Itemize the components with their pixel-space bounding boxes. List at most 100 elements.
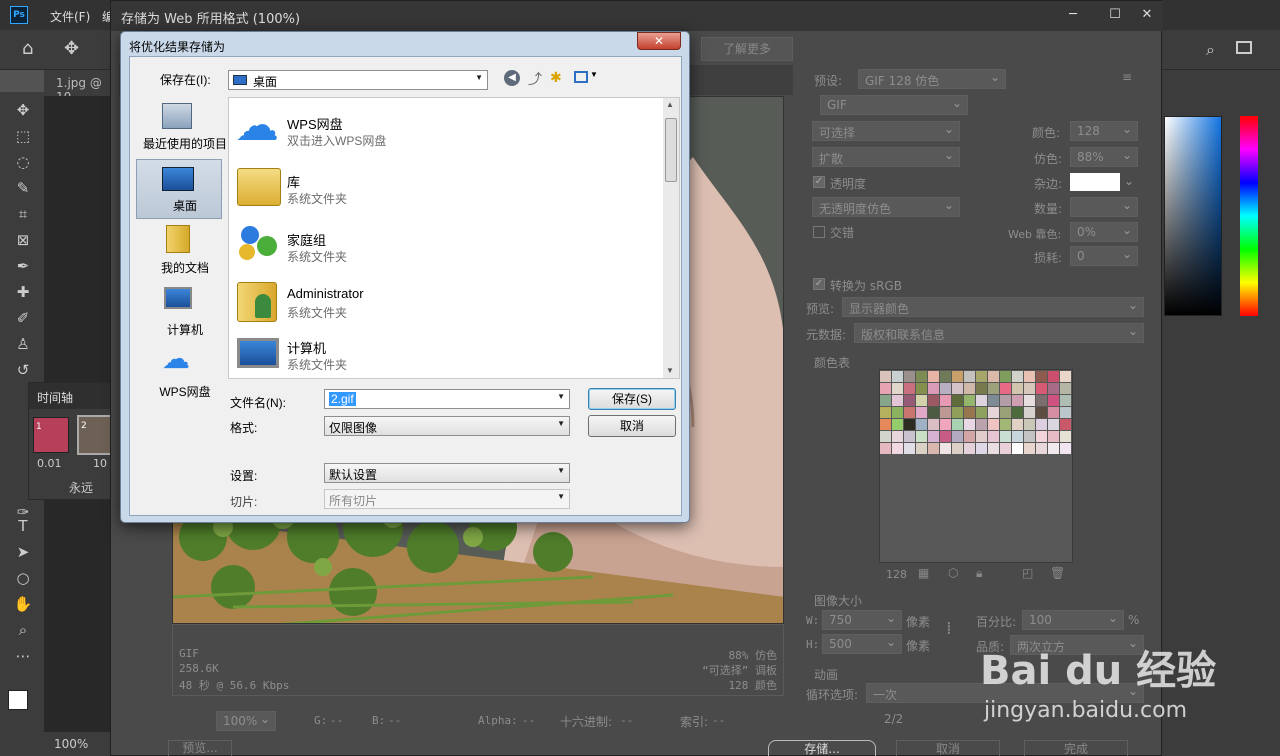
color-swatch[interactable] — [916, 431, 927, 442]
amount-input[interactable] — [1070, 197, 1138, 217]
slices-combo[interactable]: 所有切片 — [324, 489, 570, 509]
color-swatch[interactable] — [928, 431, 939, 442]
maximize-icon[interactable]: ☐ — [1101, 5, 1129, 25]
color-swatch[interactable] — [904, 419, 915, 430]
new-color-icon[interactable]: ◰ — [1022, 566, 1033, 580]
color-swatch[interactable] — [904, 395, 915, 406]
move-tool-icon[interactable]: ✥ — [64, 38, 79, 59]
transparency-checkbox[interactable]: ✓ — [813, 176, 825, 188]
metadata-dropdown[interactable]: 版权和联系信息 — [854, 323, 1144, 343]
color-swatch[interactable] — [1036, 371, 1047, 382]
color-swatch[interactable] — [1048, 443, 1059, 454]
color-swatch[interactable] — [1000, 419, 1011, 430]
format-dropdown[interactable]: GIF — [820, 95, 968, 115]
place-desktop[interactable]: 桌面 — [142, 197, 228, 214]
color-swatch[interactable] — [976, 419, 987, 430]
list-item[interactable]: 计算机 系统文件夹 — [229, 332, 659, 378]
color-swatch[interactable] — [1024, 431, 1035, 442]
color-swatch[interactable] — [988, 431, 999, 442]
store-button[interactable]: 存储... — [768, 740, 876, 756]
color-swatch[interactable] — [1036, 431, 1047, 442]
color-swatch[interactable] — [1024, 419, 1035, 430]
color-swatch[interactable] — [892, 431, 903, 442]
color-swatch[interactable] — [1036, 407, 1047, 418]
color-swatch[interactable] — [904, 431, 915, 442]
color-swatch[interactable] — [1012, 407, 1023, 418]
color-swatch[interactable] — [1012, 431, 1023, 442]
lasso-tool-icon[interactable]: ◌ — [12, 152, 34, 172]
document-tab[interactable]: 1.jpg @ 10 — [44, 70, 118, 104]
foreground-color[interactable] — [8, 690, 28, 710]
color-swatch[interactable] — [940, 383, 951, 394]
color-swatch[interactable] — [916, 419, 927, 430]
color-swatch[interactable] — [964, 407, 975, 418]
width-input[interactable]: 750 — [822, 610, 902, 630]
color-swatch[interactable] — [1000, 407, 1011, 418]
color-swatch[interactable] — [976, 383, 987, 394]
color-swatch[interactable] — [1012, 395, 1023, 406]
color-swatch[interactable] — [880, 371, 891, 382]
interlaced-checkbox[interactable] — [813, 226, 825, 238]
scroll-up-icon[interactable]: ▲ — [666, 100, 674, 109]
color-swatch[interactable] — [952, 371, 963, 382]
zoom-dropdown[interactable]: 100% — [216, 711, 276, 731]
done-button[interactable]: 完成 — [1024, 740, 1128, 756]
color-swatch[interactable] — [964, 419, 975, 430]
color-swatch[interactable] — [1048, 431, 1059, 442]
back-icon[interactable]: ◀ — [504, 70, 520, 86]
frame-tool-icon[interactable]: ⊠ — [12, 230, 34, 250]
list-item[interactable]: 库 系统文件夹 — [229, 160, 659, 214]
color-swatch[interactable] — [892, 371, 903, 382]
crop-tool-icon[interactable]: ⌗ — [12, 204, 34, 224]
color-swatch[interactable] — [1060, 383, 1071, 394]
minimize-icon[interactable]: ─ — [1059, 5, 1087, 25]
lock-color-icon[interactable]: 🔒︎ — [976, 566, 982, 581]
color-swatch[interactable] — [892, 407, 903, 418]
marquee-tool-icon[interactable]: ⬚ — [12, 126, 34, 146]
color-swatch[interactable] — [880, 443, 891, 454]
color-swatch[interactable] — [964, 443, 975, 454]
stamp-tool-icon[interactable]: ♙ — [12, 334, 34, 354]
color-swatch[interactable] — [988, 419, 999, 430]
color-swatch[interactable] — [880, 407, 891, 418]
color-swatch[interactable] — [976, 443, 987, 454]
color-swatch[interactable] — [940, 395, 951, 406]
color-swatch[interactable] — [1012, 371, 1023, 382]
list-item[interactable]: Administrator 系统文件夹 — [229, 274, 659, 328]
color-swatch[interactable] — [1060, 371, 1071, 382]
cancel-button[interactable]: 取消 — [588, 415, 676, 437]
map-to-transparent-icon[interactable]: ▦ — [918, 566, 929, 580]
healing-tool-icon[interactable]: ✚ — [12, 282, 34, 302]
path-select-tool-icon[interactable]: ➤ — [12, 542, 34, 562]
frame-2-delay[interactable]: 10 — [93, 457, 107, 470]
color-swatch[interactable] — [928, 383, 939, 394]
matte-chevron-icon[interactable]: ⌄ — [1124, 174, 1134, 188]
color-swatch[interactable] — [988, 371, 999, 382]
color-swatch[interactable] — [976, 371, 987, 382]
colors-input[interactable]: 128 — [1070, 121, 1138, 141]
color-field[interactable] — [1164, 116, 1222, 316]
color-swatch[interactable] — [1036, 383, 1047, 394]
settings-combo[interactable]: 默认设置 — [324, 463, 570, 483]
color-swatch[interactable] — [1048, 419, 1059, 430]
color-swatch[interactable] — [1048, 395, 1059, 406]
color-swatch[interactable] — [1024, 395, 1035, 406]
scroll-down-icon[interactable]: ▼ — [666, 366, 674, 375]
color-swatch[interactable] — [1024, 383, 1035, 394]
hue-slider[interactable] — [1240, 116, 1258, 316]
color-swatch[interactable] — [1048, 407, 1059, 418]
color-swatch[interactable] — [1000, 431, 1011, 442]
color-swatch[interactable] — [964, 371, 975, 382]
scrollbar-thumb[interactable] — [665, 118, 677, 182]
zoom-tool-icon[interactable]: ⌕ — [12, 620, 34, 640]
menu-file[interactable]: 文件(F) — [50, 8, 90, 25]
search-icon[interactable]: ⌕ — [1206, 40, 1215, 60]
preview-dropdown[interactable]: 显示器颜色 — [842, 297, 1144, 317]
color-swatch[interactable] — [1024, 443, 1035, 454]
color-swatch[interactable] — [880, 395, 891, 406]
close-icon[interactable]: ✕ — [1133, 5, 1161, 25]
color-swatch[interactable] — [988, 395, 999, 406]
save-in-combo[interactable]: 桌面 — [228, 70, 488, 90]
color-swatch[interactable] — [964, 431, 975, 442]
color-swatch[interactable] — [1000, 395, 1011, 406]
